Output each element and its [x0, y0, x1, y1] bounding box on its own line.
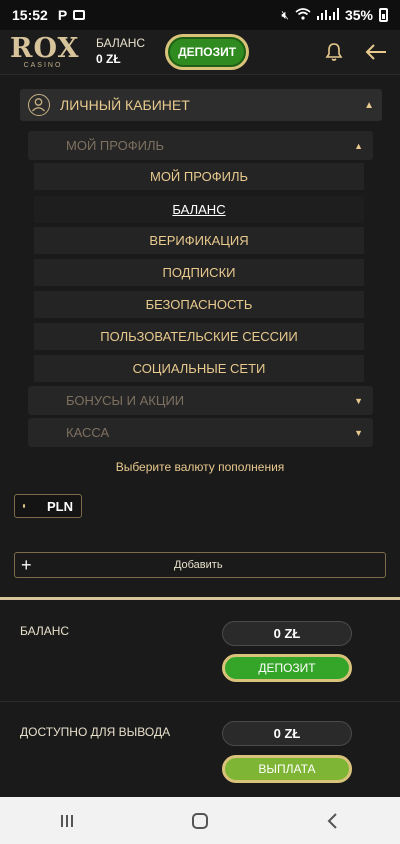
app-header: ROX CASINO БАЛАНС 0 ZŁ ДЕПОЗИТ	[0, 30, 400, 75]
currency-hint: Выберите валюту пополнения	[115, 460, 285, 474]
section-divider	[0, 597, 400, 600]
section-label: КАССА	[66, 425, 110, 440]
radio-dot-icon	[23, 504, 25, 508]
menu-item-balance[interactable]: БАЛАНС	[34, 196, 364, 223]
status-time: 15:52	[12, 7, 48, 23]
personal-cabinet-header[interactable]: ЛИЧНЫЙ КАБИНЕТ ▲	[20, 89, 382, 121]
system-nav-bar	[0, 797, 400, 844]
gallery-notification-icon	[73, 10, 86, 20]
summary-deposit-button[interactable]: ДЕПОЗИТ	[222, 654, 352, 682]
caret-up-icon: ▲	[354, 140, 363, 151]
battery-icon	[379, 8, 388, 22]
rox-casino-logo[interactable]: ROX CASINO	[10, 33, 80, 69]
summary-balance-value: 0 ZŁ	[222, 621, 352, 646]
battery-percent: 35%	[344, 7, 373, 23]
nav-back-icon[interactable]	[321, 809, 345, 833]
menu-item-security[interactable]: БЕЗОПАСНОСТЬ	[34, 291, 364, 318]
menu-item-my-profile[interactable]: МОЙ ПРОФИЛЬ	[34, 163, 364, 190]
menu-item-subscriptions[interactable]: ПОДПИСКИ	[34, 259, 364, 286]
section-label: МОЙ ПРОФИЛЬ	[66, 138, 165, 153]
user-icon	[28, 94, 50, 116]
menu-item-user-sessions[interactable]: ПОЛЬЗОВАТЕЛЬСКИЕ СЕССИИ	[34, 323, 364, 350]
bell-icon[interactable]	[324, 42, 344, 62]
add-currency-label: Добавить	[173, 559, 223, 571]
withdraw-available-value: 0 ZŁ	[222, 721, 352, 746]
section-cashier[interactable]: КАССА ▼	[28, 418, 373, 447]
wifi-icon	[295, 7, 311, 23]
header-balance-label: БАЛАНС	[96, 36, 146, 51]
recents-icon[interactable]	[55, 809, 79, 833]
section-my-profile[interactable]: МОЙ ПРОФИЛЬ ▲	[28, 131, 373, 160]
currency-code: PLN	[47, 498, 73, 514]
header-balance-value: 0 ZŁ	[96, 52, 121, 66]
signal-icon	[316, 7, 339, 23]
summary-balance-label: БАЛАНС	[20, 624, 70, 638]
add-currency-button[interactable]: + Добавить	[14, 552, 386, 578]
plus-icon: +	[21, 554, 32, 575]
logo-text: ROX	[10, 33, 80, 64]
home-icon[interactable]	[188, 809, 212, 833]
personal-cabinet-title: ЛИЧНЫЙ КАБИНЕТ	[60, 97, 190, 113]
status-right: 🔇︎ 35%	[281, 7, 388, 23]
summary-divider	[0, 701, 400, 702]
currency-chip-pln[interactable]: PLN	[14, 494, 82, 518]
menu-item-verification[interactable]: ВЕРИФИКАЦИЯ	[34, 227, 364, 254]
parking-app-icon: P	[57, 7, 68, 23]
header-balance: БАЛАНС 0 ZŁ	[96, 36, 145, 67]
header-deposit-button[interactable]: ДЕПОЗИТ	[165, 34, 250, 70]
payout-button[interactable]: ВЫПЛАТА	[222, 755, 352, 783]
caret-up-icon: ▲	[364, 99, 374, 111]
caret-down-icon: ▼	[354, 395, 363, 406]
caret-down-icon: ▼	[354, 427, 363, 438]
withdraw-available-label: ДОСТУПНО ДЛЯ ВЫВОДА	[20, 725, 171, 739]
section-bonuses[interactable]: БОНУСЫ И АКЦИИ ▼	[28, 386, 373, 415]
section-label: БОНУСЫ И АКЦИИ	[66, 393, 185, 408]
status-bar: 15:52 P 🔇︎ 35%	[0, 0, 400, 30]
menu-item-social-networks[interactable]: СОЦИАЛЬНЫЕ СЕТИ	[34, 355, 364, 382]
back-arrow-icon[interactable]	[364, 42, 388, 62]
mute-icon: 🔇︎	[281, 7, 289, 22]
